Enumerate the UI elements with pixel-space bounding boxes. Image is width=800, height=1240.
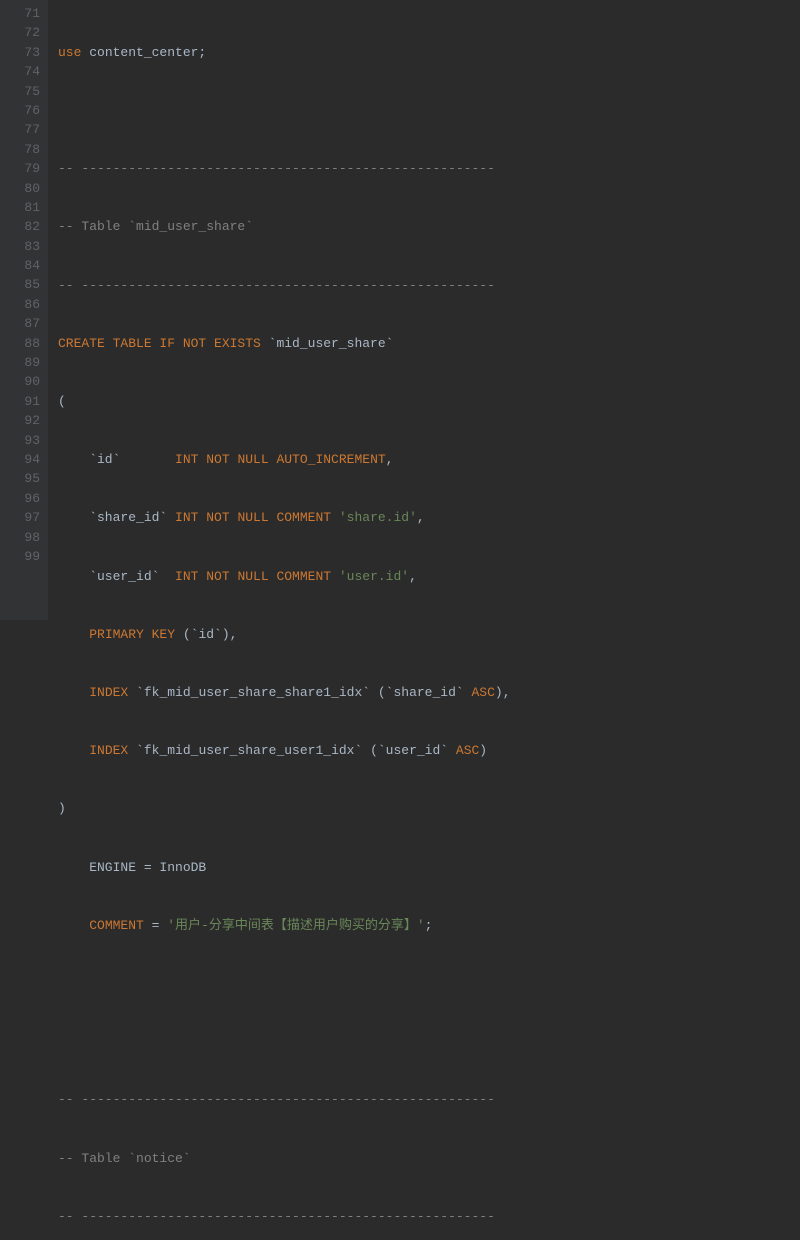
line-number: 98 xyxy=(12,528,40,547)
code-line: ) xyxy=(58,799,800,818)
line-number: 73 xyxy=(12,43,40,62)
code-line xyxy=(58,1032,800,1051)
code-line: CREATE TABLE IF NOT EXISTS `mid_user_sha… xyxy=(58,334,800,353)
code-area[interactable]: use content_center; -- -----------------… xyxy=(48,0,800,620)
line-number: 99 xyxy=(12,547,40,566)
code-line: ( xyxy=(58,392,800,411)
line-number: 83 xyxy=(12,237,40,256)
line-number: 96 xyxy=(12,489,40,508)
code-line: -- Table `mid_user_share` xyxy=(58,217,800,236)
code-line: -- -------------------------------------… xyxy=(58,1090,800,1109)
code-line xyxy=(58,974,800,993)
line-number: 72 xyxy=(12,23,40,42)
code-line: `id` INT NOT NULL AUTO_INCREMENT, xyxy=(58,450,800,469)
line-number: 97 xyxy=(12,508,40,527)
line-number: 90 xyxy=(12,372,40,391)
line-number: 85 xyxy=(12,275,40,294)
line-number: 93 xyxy=(12,431,40,450)
line-number: 84 xyxy=(12,256,40,275)
line-number: 88 xyxy=(12,334,40,353)
line-number: 78 xyxy=(12,140,40,159)
line-number: 89 xyxy=(12,353,40,372)
code-line: COMMENT = '用户-分享中间表【描述用户购买的分享】'; xyxy=(58,916,800,935)
code-line: INDEX `fk_mid_user_share_user1_idx` (`us… xyxy=(58,741,800,760)
code-line: -- Table `notice` xyxy=(58,1149,800,1168)
code-line: ENGINE = InnoDB xyxy=(58,858,800,877)
line-number: 91 xyxy=(12,392,40,411)
line-number: 82 xyxy=(12,217,40,236)
code-line: INDEX `fk_mid_user_share_share1_idx` (`s… xyxy=(58,683,800,702)
line-number: 80 xyxy=(12,179,40,198)
line-number: 86 xyxy=(12,295,40,314)
line-number: 92 xyxy=(12,411,40,430)
code-line: use content_center; xyxy=(58,43,800,62)
code-line: -- -------------------------------------… xyxy=(58,276,800,295)
code-line: -- -------------------------------------… xyxy=(58,159,800,178)
code-line xyxy=(58,101,800,120)
line-number: 94 xyxy=(12,450,40,469)
line-number: 76 xyxy=(12,101,40,120)
line-number: 95 xyxy=(12,469,40,488)
line-number: 75 xyxy=(12,82,40,101)
line-number: 71 xyxy=(12,4,40,23)
line-number: 77 xyxy=(12,120,40,139)
line-number: 74 xyxy=(12,62,40,81)
code-line: -- -------------------------------------… xyxy=(58,1207,800,1226)
code-line: PRIMARY KEY (`id`), xyxy=(58,625,800,644)
code-editor: 7172737475767778798081828384858687888990… xyxy=(0,0,800,620)
line-number: 81 xyxy=(12,198,40,217)
line-number-gutter: 7172737475767778798081828384858687888990… xyxy=(0,0,48,620)
code-line: `user_id` INT NOT NULL COMMENT 'user.id'… xyxy=(58,567,800,586)
line-number: 79 xyxy=(12,159,40,178)
code-line: `share_id` INT NOT NULL COMMENT 'share.i… xyxy=(58,508,800,527)
line-number: 87 xyxy=(12,314,40,333)
